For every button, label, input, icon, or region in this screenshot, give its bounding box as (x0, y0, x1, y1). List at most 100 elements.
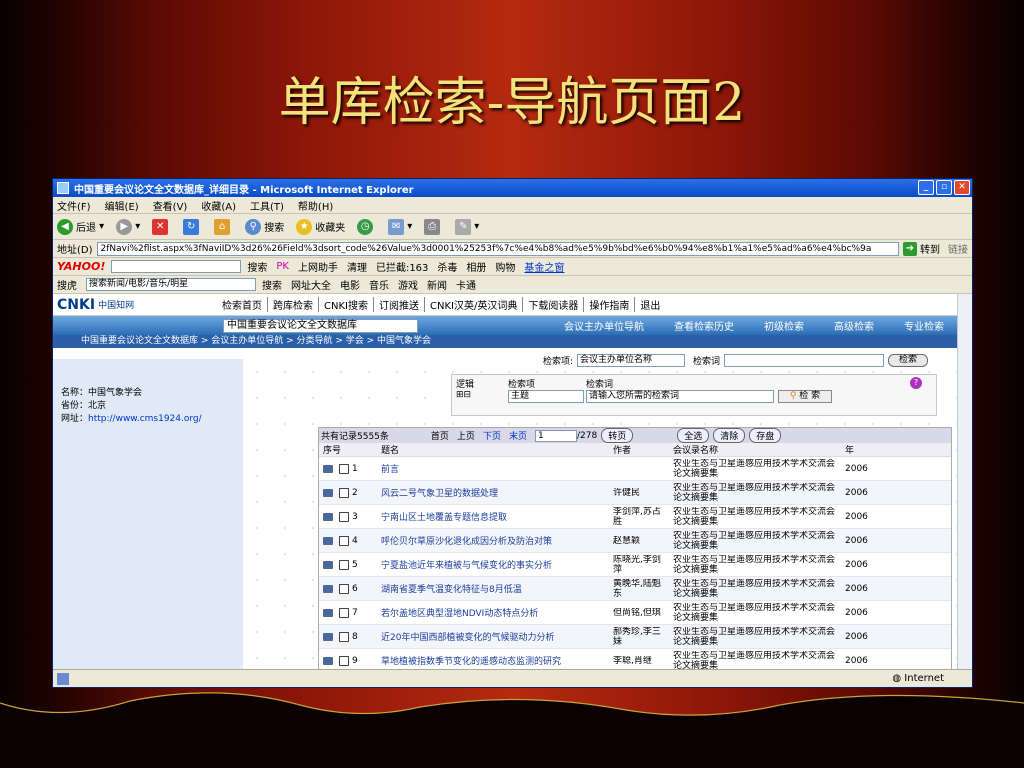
yahoo-search-input[interactable] (111, 260, 242, 273)
row-checkbox[interactable] (339, 463, 349, 474)
yahoo-pk[interactable]: PK (276, 261, 289, 272)
sohu-search[interactable]: 搜索 (262, 277, 282, 292)
history-button[interactable]: ◷ (357, 218, 376, 235)
sohu-portal[interactable]: 网址大全 (291, 277, 331, 292)
row-title-link[interactable]: 前言 (381, 462, 601, 475)
simple-search-button[interactable]: 检索 (888, 354, 929, 367)
links-label[interactable]: 链接 (948, 241, 968, 256)
subnav-organizer[interactable]: 会议主办单位导航 (564, 318, 644, 333)
print-button[interactable]: ⎙ (424, 218, 443, 235)
field-select[interactable]: 会议主办单位名称 (577, 354, 686, 367)
cnki-logo[interactable]: CNKI 中国知网 (57, 297, 207, 313)
document-icon[interactable] (323, 632, 333, 641)
org-url-link[interactable]: http://www.cms1924.org/ (88, 414, 202, 424)
row-checkbox[interactable] (339, 607, 349, 618)
maximize-button[interactable]: ▫ (936, 180, 952, 195)
refresh-button[interactable]: ↻ (183, 218, 202, 235)
row-title-link[interactable]: 宁南山区土地覆盖专题信息提取 (381, 510, 601, 523)
yahoo-logo[interactable]: YAHOO! (57, 260, 105, 273)
sohu-news[interactable]: 新闻 (427, 277, 447, 292)
document-icon[interactable] (323, 488, 333, 497)
subnav-basic[interactable]: 初级检索 (764, 318, 804, 333)
clear-button[interactable]: 清除 (713, 428, 746, 443)
yahoo-assistant[interactable]: 上网助手 (298, 259, 338, 274)
nav-cnki-search[interactable]: CNKI搜索 (319, 297, 374, 312)
menu-favorites[interactable]: 收藏(A) (201, 198, 236, 213)
next-page[interactable]: 下页 (483, 429, 501, 442)
yahoo-album[interactable]: 相册 (466, 259, 486, 274)
document-icon[interactable] (323, 584, 333, 593)
document-icon[interactable] (323, 656, 333, 665)
forward-button[interactable]: ▶ ▾ (116, 218, 140, 235)
search-button[interactable]: ⚲ 搜索 (245, 218, 284, 235)
sohu-cartoon[interactable]: 卡通 (456, 277, 476, 292)
mail-button[interactable]: ✉ ▾ (388, 218, 412, 235)
vertical-scrollbar[interactable] (957, 294, 972, 671)
row-title-link[interactable]: 草地植被指数季节变化的遥感动态监测的研究 (381, 654, 601, 667)
sohu-search-select[interactable]: 搜索新闻/电影/音乐/明星 (86, 278, 256, 291)
first-page[interactable]: 首页 (431, 429, 449, 442)
sohu-music[interactable]: 音乐 (369, 277, 389, 292)
row-checkbox[interactable] (339, 559, 349, 570)
address-input[interactable]: 2fNavi%2flist.aspx%3fNaviID%3d26%26Field… (96, 241, 899, 256)
nav-dictionary[interactable]: CNKI汉英/英汉词典 (425, 297, 524, 312)
help-icon[interactable]: ? (910, 377, 922, 389)
menu-help[interactable]: 帮助(H) (298, 198, 333, 213)
row-checkbox[interactable] (339, 583, 349, 594)
last-page[interactable]: 末页 (509, 429, 527, 442)
sohu-game[interactable]: 游戏 (398, 277, 418, 292)
row-title-link[interactable]: 湖南省夏季气温变化特征与8月低温 (381, 582, 601, 595)
page-input[interactable]: 1 (534, 429, 577, 442)
adv-term-input[interactable]: 请输入您所需的检索词 (586, 390, 774, 403)
select-all-button[interactable]: 全选 (677, 428, 710, 443)
nav-subscribe[interactable]: 订阅推送 (374, 297, 425, 312)
row-checkbox[interactable] (339, 487, 349, 498)
sohu-movie[interactable]: 电影 (340, 277, 360, 292)
home-button[interactable]: ⌂ (214, 218, 233, 235)
goto-page-button[interactable]: 转页 (601, 428, 634, 443)
nav-home[interactable]: 检索首页 (217, 297, 268, 312)
close-button[interactable]: ✕ (954, 180, 970, 195)
menu-edit[interactable]: 编辑(E) (105, 198, 139, 213)
nav-guide[interactable]: 操作指南 (584, 297, 636, 312)
prev-page[interactable]: 上页 (457, 429, 475, 442)
adv-search-button[interactable]: ⚲ 检 索 (778, 390, 832, 403)
edit-button[interactable]: ✎ ▾ (455, 218, 479, 235)
nav-reader[interactable]: 下载阅读器 (523, 297, 585, 312)
adv-field-select[interactable]: 主题 (508, 390, 584, 403)
row-title-link[interactable]: 近20年中国西部植被变化的气候驱动力分析 (381, 630, 601, 643)
back-button[interactable]: ◀ 后退 ▾ (57, 218, 104, 235)
yahoo-blocked[interactable]: 已拦截:163 (376, 259, 428, 274)
document-icon[interactable] (323, 512, 333, 521)
subnav-advanced[interactable]: 高级检索 (834, 318, 874, 333)
save-button[interactable]: 存盘 (749, 428, 782, 443)
document-icon[interactable] (323, 536, 333, 545)
sohu-label[interactable]: 搜虎 (57, 277, 77, 292)
row-checkbox[interactable] (339, 655, 349, 666)
menu-file[interactable]: 文件(F) (57, 198, 91, 213)
favorites-button[interactable]: ★ 收藏夹 (296, 218, 345, 235)
yahoo-search[interactable]: 搜索 (247, 259, 267, 274)
stop-button[interactable]: ✕ (152, 218, 171, 235)
row-title-link[interactable]: 呼伦贝尔草原沙化退化成因分析及防治对策 (381, 534, 601, 547)
minimize-button[interactable]: _ (918, 180, 934, 195)
document-icon[interactable] (323, 608, 333, 617)
menu-view[interactable]: 查看(V) (153, 198, 188, 213)
yahoo-shopping[interactable]: 购物 (495, 259, 515, 274)
subnav-expert[interactable]: 专业检索 (904, 318, 944, 333)
subnav-history[interactable]: 查看检索历史 (674, 318, 734, 333)
menu-tools[interactable]: 工具(T) (250, 198, 284, 213)
row-title-link[interactable]: 风云二号气象卫星的数据处理 (381, 486, 601, 499)
yahoo-clean[interactable]: 清理 (347, 259, 367, 274)
document-icon[interactable] (323, 560, 333, 569)
row-checkbox[interactable] (339, 535, 349, 546)
logic-toggle[interactable]: ⊞⊟ (456, 390, 471, 400)
database-select[interactable]: 中国重要会议论文全文数据库 (223, 318, 418, 333)
yahoo-fund[interactable]: 基金之窗 (524, 259, 564, 274)
row-checkbox[interactable] (339, 511, 349, 522)
row-checkbox[interactable] (339, 631, 349, 642)
go-button[interactable]: ➔ 转到 (903, 241, 940, 256)
nav-logout[interactable]: 退出 (635, 297, 665, 312)
document-icon[interactable] (323, 464, 333, 473)
row-title-link[interactable]: 若尔盖地区典型湿地NDVI动态特点分析 (381, 606, 601, 619)
